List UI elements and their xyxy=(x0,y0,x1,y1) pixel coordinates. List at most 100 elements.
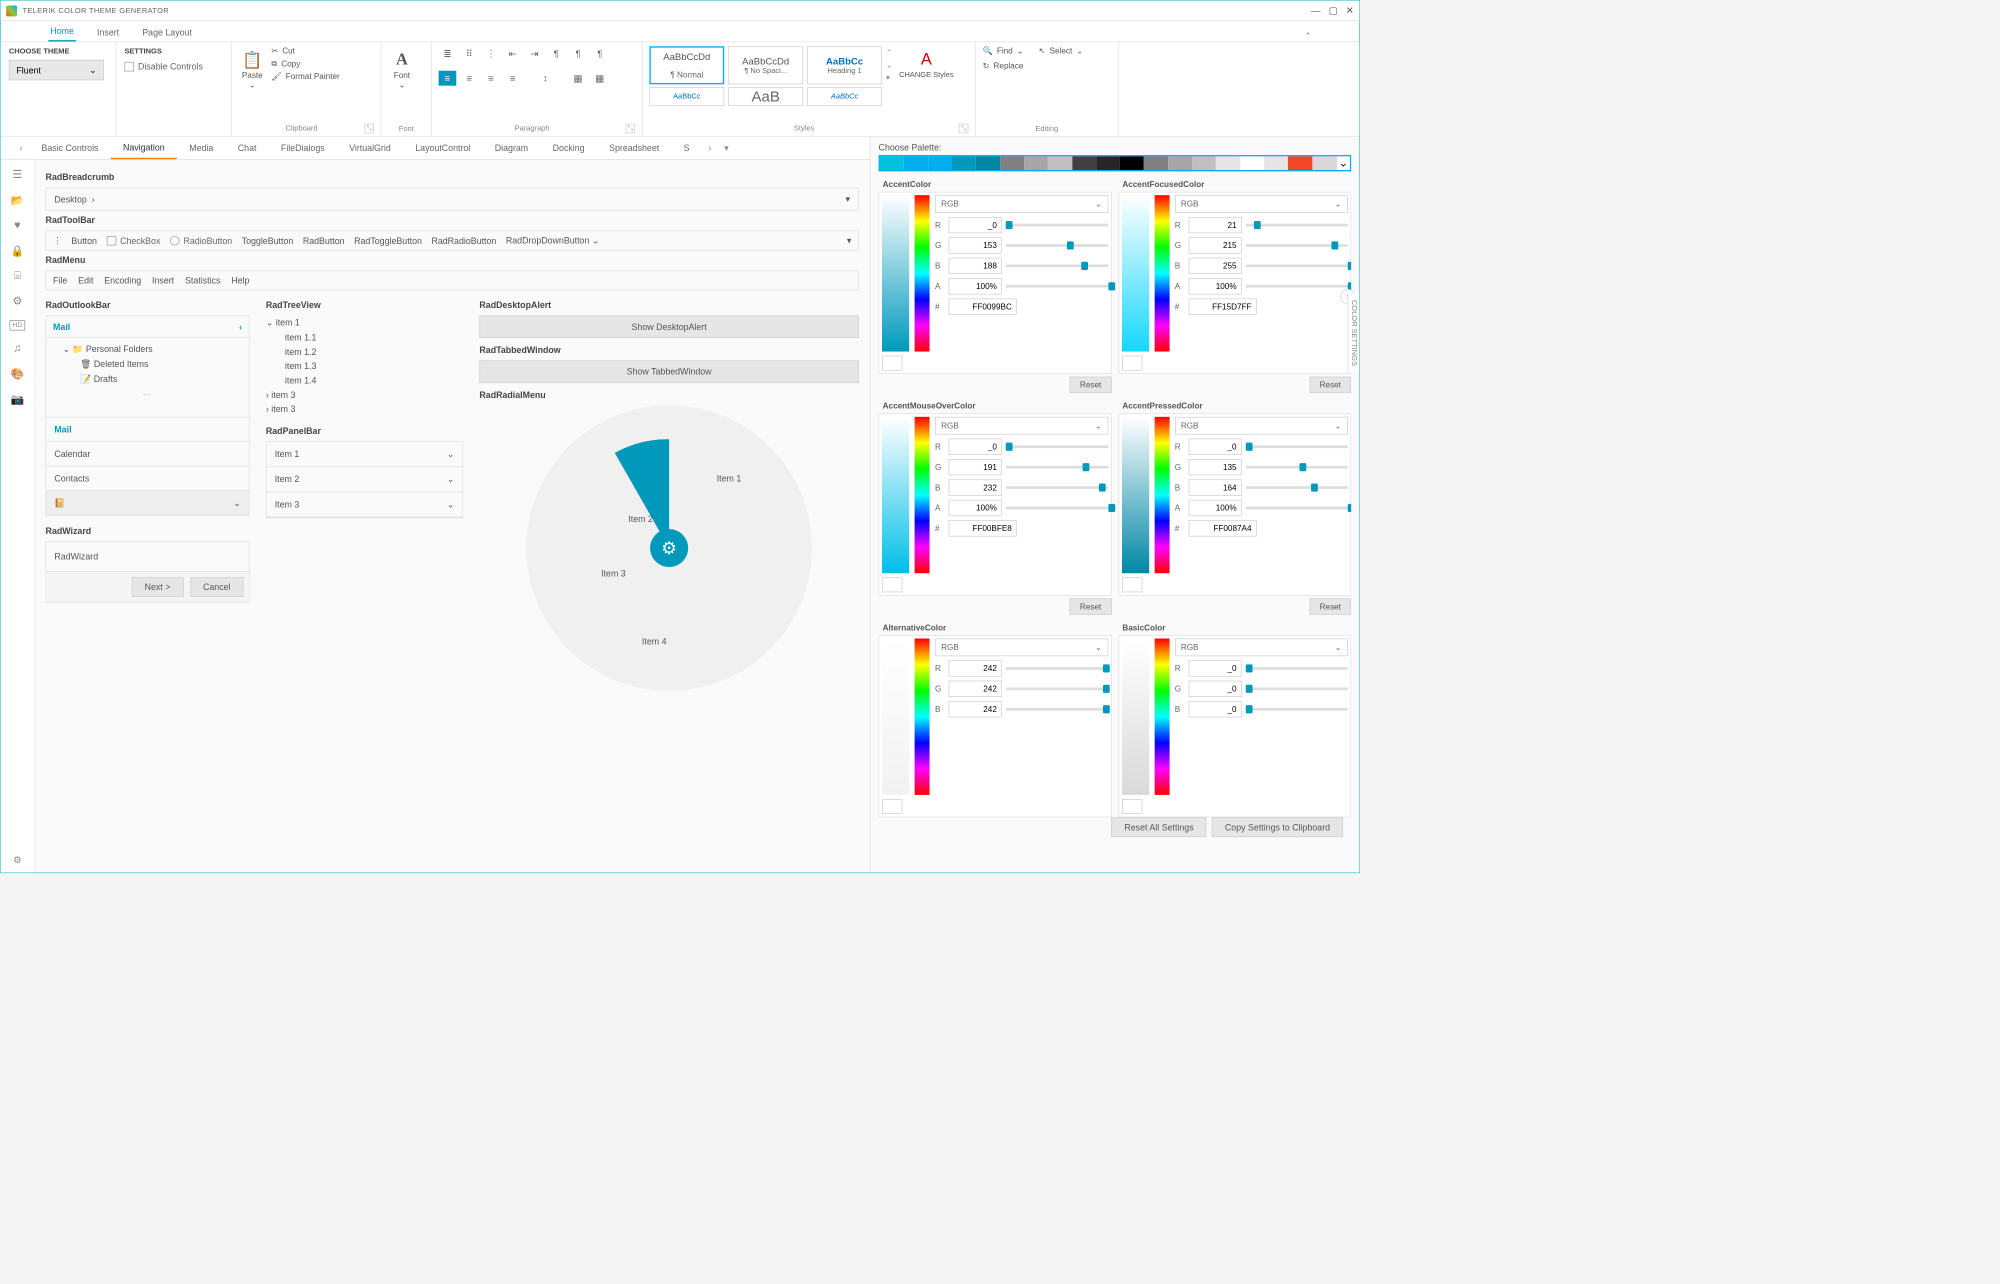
palette-swatch[interactable] xyxy=(1024,156,1048,170)
reset-color-button[interactable]: Reset xyxy=(1070,377,1112,393)
ribbon-tab-home[interactable]: Home xyxy=(48,22,76,42)
g-slider[interactable] xyxy=(1245,466,1347,469)
toolbar-toggle[interactable]: ToggleButton xyxy=(242,236,294,246)
color-settings-tab[interactable]: COLOR SETTINGS xyxy=(1348,293,1360,373)
r-slider[interactable] xyxy=(1245,445,1347,448)
tree-node[interactable]: ⌄ item 1 xyxy=(266,316,463,331)
find-button[interactable]: 🔍Find⌄ ↖Select⌄ xyxy=(983,46,1084,56)
shading-button[interactable]: ▦ xyxy=(569,71,587,86)
color-mode-select[interactable]: RGB⌄ xyxy=(935,195,1108,213)
a-slider[interactable] xyxy=(1245,285,1347,288)
align-right-button[interactable]: ≡ xyxy=(482,71,500,86)
radial-center-button[interactable]: ⚙ xyxy=(650,529,688,567)
saturation-picker[interactable] xyxy=(882,639,909,795)
toolbar-radio[interactable]: RadioButton xyxy=(170,236,232,246)
a-input[interactable] xyxy=(949,278,1002,294)
outlook-section-mail[interactable]: Mail xyxy=(46,417,249,441)
style-normal[interactable]: AaBbCcDd ¶ Normal xyxy=(649,46,724,84)
gallery-up-icon[interactable]: ⌃ xyxy=(886,48,892,57)
palette-swatch[interactable] xyxy=(1168,156,1192,170)
b-input[interactable] xyxy=(1188,701,1241,717)
format-painter-button[interactable]: 🖌Format Painter xyxy=(271,71,339,81)
hex-input[interactable] xyxy=(1188,299,1256,315)
r-slider[interactable] xyxy=(1006,224,1108,227)
heart-icon[interactable]: ♥ xyxy=(14,220,20,232)
reset-color-button[interactable]: Reset xyxy=(1309,598,1351,614)
dialog-launcher-icon[interactable]: ⤡ xyxy=(626,124,636,134)
radial-menu[interactable]: ⚙ Item 1 Item 2 Item 3 Item 4 xyxy=(526,405,812,691)
paste-button[interactable]: 📋 Paste ⌄ xyxy=(239,46,266,92)
saturation-picker[interactable] xyxy=(1122,195,1149,351)
disable-controls-checkbox[interactable]: Disable Controls xyxy=(124,61,223,71)
panelbar-item[interactable]: Item 1⌄ xyxy=(267,442,463,467)
b-slider[interactable] xyxy=(1006,265,1108,268)
tree-node[interactable]: 📝 Drafts xyxy=(53,372,242,387)
indent-button[interactable]: ⇥ xyxy=(526,46,544,61)
wizard-next-button[interactable]: Next > xyxy=(132,577,184,597)
a-slider[interactable] xyxy=(1006,507,1108,510)
b-slider[interactable] xyxy=(1245,486,1347,489)
r-input[interactable] xyxy=(949,439,1002,455)
camera-icon[interactable]: 📷 xyxy=(11,393,25,407)
b-input[interactable] xyxy=(1188,258,1241,274)
bullets-button[interactable]: ≣ xyxy=(439,46,457,61)
toolbar-radtoggle[interactable]: RadToggleButton xyxy=(354,236,422,246)
r-slider[interactable] xyxy=(1245,224,1347,227)
saturation-picker[interactable] xyxy=(882,195,909,351)
a-input[interactable] xyxy=(949,500,1002,516)
palette-dropdown-icon[interactable]: ⌄ xyxy=(1336,156,1350,170)
palette-swatch[interactable] xyxy=(904,156,928,170)
palette-swatch[interactable] xyxy=(1312,156,1336,170)
r-input[interactable] xyxy=(1188,217,1241,233)
style-item[interactable]: AaBbCc xyxy=(649,87,724,106)
a-input[interactable] xyxy=(1188,500,1241,516)
ribbon-tab-page-layout[interactable]: Page Layout xyxy=(140,23,194,41)
line-spacing-button[interactable]: ↕ xyxy=(537,71,555,86)
palette-swatch[interactable] xyxy=(1144,156,1168,170)
r-slider[interactable] xyxy=(1006,445,1108,448)
g-slider[interactable] xyxy=(1245,687,1347,690)
dialog-launcher-icon[interactable]: ⤡ xyxy=(959,124,969,134)
g-input[interactable] xyxy=(1188,681,1241,697)
tab-docking[interactable]: Docking xyxy=(540,137,596,158)
color-mode-select[interactable]: RGB⌄ xyxy=(935,639,1108,657)
tab-diagram[interactable]: Diagram xyxy=(483,137,541,158)
panelbar-item[interactable]: Item 2⌄ xyxy=(267,467,463,492)
color-mode-select[interactable]: RGB⌄ xyxy=(1175,417,1348,435)
reset-color-button[interactable]: Reset xyxy=(1309,377,1351,393)
a-slider[interactable] xyxy=(1006,285,1108,288)
menu-help[interactable]: Help xyxy=(231,275,249,285)
palette-swatch[interactable] xyxy=(1264,156,1288,170)
tab-spreadsheet[interactable]: Spreadsheet xyxy=(597,137,672,158)
collapse-ribbon-icon[interactable]: ⌃ xyxy=(1304,31,1311,42)
palette-swatch[interactable] xyxy=(880,156,904,170)
theme-select[interactable]: Fluent ⌄ xyxy=(9,60,104,80)
r-input[interactable] xyxy=(949,660,1002,676)
multilevel-button[interactable]: ⋮ xyxy=(482,46,500,61)
hd-icon[interactable]: HD xyxy=(10,320,25,330)
menu-file[interactable]: File xyxy=(53,275,67,285)
style-no-spacing[interactable]: AaBbCcDd ¶ No Spaci... xyxy=(728,46,803,84)
palette-swatch[interactable] xyxy=(1192,156,1216,170)
palette-swatch[interactable] xyxy=(1216,156,1240,170)
tree-node[interactable]: item 1.4 xyxy=(266,373,463,387)
g-slider[interactable] xyxy=(1006,466,1108,469)
b-input[interactable] xyxy=(1188,479,1241,495)
b-input[interactable] xyxy=(949,701,1002,717)
palette-selector[interactable]: ⌄ xyxy=(879,155,1352,171)
tree-node[interactable]: › item 3 xyxy=(266,388,463,402)
outlook-section-calendar[interactable]: Calendar xyxy=(46,441,249,465)
toolbar-raddropdown[interactable]: RadDropDownButton ⌄ xyxy=(506,235,599,246)
menu-statistics[interactable]: Statistics xyxy=(185,275,220,285)
copy-button[interactable]: ⧉Copy xyxy=(271,58,339,68)
b-input[interactable] xyxy=(949,479,1002,495)
show-marks-button[interactable]: ¶ xyxy=(591,46,609,61)
outlook-section-contacts[interactable]: Contacts xyxy=(46,466,249,490)
color-mode-select[interactable]: RGB⌄ xyxy=(935,417,1108,435)
gear-icon[interactable]: ⚙ xyxy=(12,294,22,308)
palette-swatch[interactable] xyxy=(1096,156,1120,170)
g-slider[interactable] xyxy=(1245,244,1347,247)
ribbon-tab-insert[interactable]: Insert xyxy=(95,23,121,41)
g-slider[interactable] xyxy=(1006,687,1108,690)
b-slider[interactable] xyxy=(1006,486,1108,489)
